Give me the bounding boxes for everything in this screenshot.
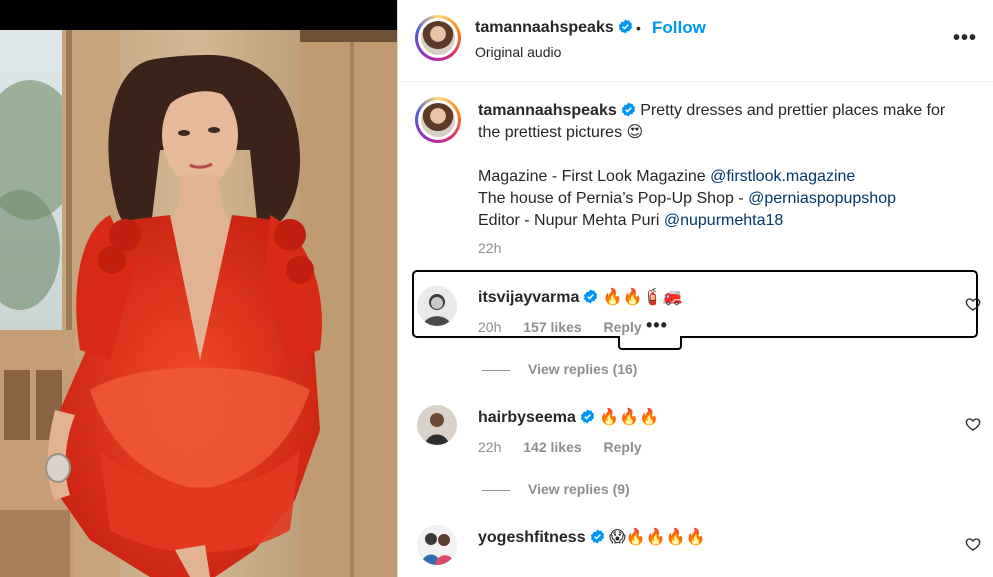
heart-icon[interactable] [965, 536, 981, 552]
verified-badge-icon [584, 289, 598, 304]
credit-label: Editor - Nupur Mehta Puri [478, 212, 664, 229]
mention-link[interactable]: @firstlook.magazine [710, 168, 855, 185]
verified-badge-icon [580, 409, 594, 424]
mention-link[interactable]: @perniaspopupshop [748, 190, 896, 207]
caption-author-avatar[interactable] [415, 97, 461, 143]
media-top-bar [0, 0, 397, 30]
credit-label: Magazine - First Look Magazine [478, 168, 711, 185]
post-photo [0, 30, 397, 577]
view-replies-button[interactable]: View replies (16) [482, 361, 637, 377]
comment-body: 🔥🔥🧯🚒 [602, 289, 683, 306]
comment-text: hairbyseema 🔥🔥🔥 [478, 407, 659, 427]
comment-options-icon[interactable]: ••• [646, 315, 668, 336]
author-avatar[interactable] [415, 15, 461, 61]
header-separator: • [636, 20, 641, 36]
comment-avatar[interactable] [417, 286, 457, 326]
original-audio-link[interactable]: Original audio [475, 44, 561, 60]
post-media[interactable] [0, 0, 397, 577]
post-header: tamannaahspeaks • Follow Original audio … [398, 0, 993, 82]
comment-frame-tab [618, 336, 682, 350]
caption-text: Pretty dresses and prettier places make … [640, 102, 946, 119]
comment-time[interactable]: 22h [478, 439, 501, 455]
comment-meta: 20h 157 likes Reply [478, 319, 660, 335]
comment-avatar[interactable] [417, 525, 457, 565]
comment-body: 🔥🔥🔥 [599, 409, 660, 426]
more-options-icon[interactable]: ••• [953, 27, 977, 50]
view-replies-label[interactable]: View replies (9) [528, 481, 630, 497]
heart-icon[interactable] [965, 416, 981, 432]
caption-author-username[interactable]: tamannaahspeaks [478, 102, 617, 119]
comment-reply-button[interactable]: Reply [604, 439, 642, 455]
comment-time[interactable]: 20h [478, 319, 501, 335]
verified-badge-icon [618, 19, 632, 34]
comment-username[interactable]: itsvijayvarma [478, 289, 579, 306]
follow-button[interactable]: Follow [652, 18, 706, 38]
comment-text: itsvijayvarma 🔥🔥🧯🚒 [478, 287, 683, 307]
comment-meta: 22h 142 likes Reply [478, 439, 660, 455]
comment-reply-button[interactable]: Reply [604, 319, 642, 335]
comment-username[interactable]: hairbyseema [478, 409, 576, 426]
author-username-text[interactable]: tamannaahspeaks [475, 19, 614, 36]
post-details-panel: tamannaahspeaks • Follow Original audio … [397, 0, 993, 577]
mention-link[interactable]: @nupurmehta18 [664, 212, 783, 229]
author-username[interactable]: tamannaahspeaks [475, 19, 633, 37]
verified-badge-icon [590, 529, 604, 544]
verified-badge-icon [621, 102, 635, 117]
comment-text: yogeshfitness 😱🔥🔥🔥🔥 [478, 527, 705, 547]
credit-label: The house of Pernia’s Pop-Up Shop - [478, 190, 749, 207]
comment-username[interactable]: yogeshfitness [478, 529, 586, 546]
comment-body: 😱🔥🔥🔥🔥 [609, 529, 706, 546]
caption-text-2: the prettiest pictures 😍 [478, 124, 644, 141]
comment-avatar[interactable] [417, 405, 457, 445]
view-replies-button[interactable]: View replies (9) [482, 481, 630, 497]
instagram-post-view: tamannaahspeaks • Follow Original audio … [0, 0, 993, 577]
post-caption: tamannaahspeaks Pretty dresses and prett… [478, 100, 978, 232]
comment-likes[interactable]: 142 likes [523, 439, 581, 455]
caption-timestamp[interactable]: 22h [478, 240, 501, 256]
view-replies-label[interactable]: View replies (16) [528, 361, 637, 377]
heart-icon[interactable] [965, 296, 981, 312]
comment-likes[interactable]: 157 likes [523, 319, 581, 335]
